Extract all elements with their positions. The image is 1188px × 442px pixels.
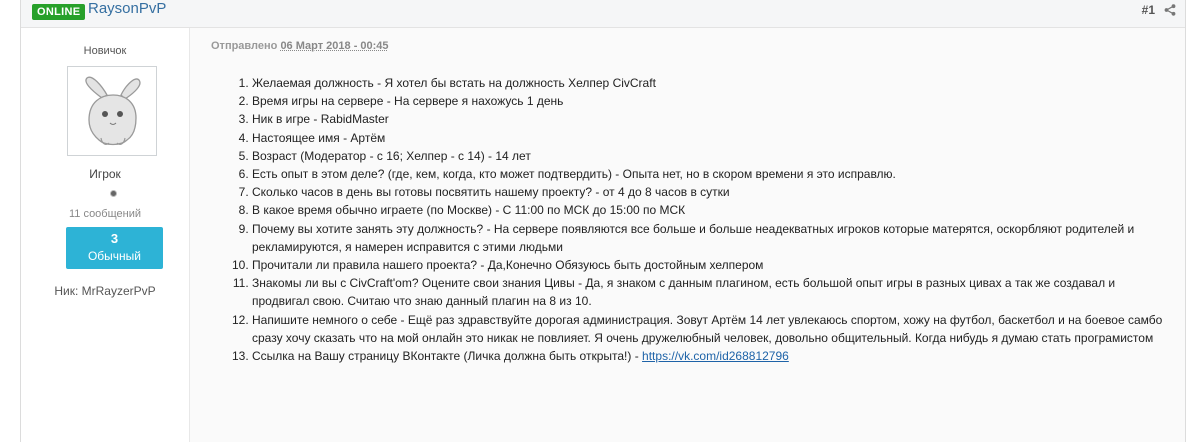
member-rank-title: Новичок (83, 45, 127, 57)
post-content: Желаемая должность - Я хотел бы встать н… (212, 74, 1172, 365)
vk-profile-link[interactable]: https://vk.com/id268812796 (642, 349, 789, 363)
rabbit-avatar-icon (85, 76, 141, 146)
share-icon[interactable] (1164, 4, 1176, 16)
post-date: Отправлено 06 Март 2018 - 00:45 (211, 40, 389, 52)
rank-pip-icon (110, 190, 117, 197)
list-item: Желаемая должность - Я хотел бы встать н… (252, 74, 1172, 92)
forum-post: ONLINE RaysonPvP #1 Новичок Игрок 11 соо… (20, 0, 1186, 442)
list-item: Прочитали ли правила нашего проекта? - Д… (252, 256, 1172, 274)
post-date-value[interactable]: 06 Март 2018 - 00:45 (280, 40, 388, 52)
avatar[interactable] (67, 66, 157, 156)
reputation-label: Обычный (87, 249, 142, 263)
online-status-badge: ONLINE (32, 4, 86, 20)
author-name-link[interactable]: RaysonPvP (88, 0, 166, 17)
list-item: Возраст (Модератор - с 16; Хелпер - с 14… (252, 147, 1172, 165)
reputation-value: 3 (110, 231, 119, 246)
member-group: Игрок (89, 167, 121, 181)
post-count: 11 сообщений (68, 208, 142, 220)
list-item: Есть опыт в этом деле? (где, кем, когда,… (252, 165, 1172, 183)
post-number-link[interactable]: #1 (1142, 3, 1155, 17)
list-item: Сколько часов в день вы готовы посвятить… (252, 183, 1172, 201)
list-item: В какое время обычно играете (по Москве)… (252, 201, 1172, 219)
list-item: Знакомы ли вы с CivCraft'om? Оцените сво… (252, 274, 1172, 310)
list-item: Напишите немного о себе - Ещё раз здравс… (252, 311, 1172, 347)
application-list: Желаемая должность - Я хотел бы встать н… (212, 74, 1172, 365)
vk-link-label: Ссылка на Вашу страницу ВКонтакте (Личка… (252, 349, 643, 364)
list-item: Время игры на сервере - На сервере я нах… (252, 92, 1172, 110)
author-info-panel: Новичок Игрок 11 сообщений 3 Обычный Ник… (21, 28, 189, 442)
list-item: Настоящее имя - Артём (252, 129, 1172, 147)
post-header: ONLINE RaysonPvP #1 (21, 0, 1185, 28)
list-item: Ник в игре - RabidMaster (252, 110, 1172, 128)
list-item: Ссылка на Вашу страницу ВКонтакте (Личка… (252, 347, 1172, 365)
post-date-prefix: Отправлено (211, 40, 278, 52)
post-body: Отправлено 06 Март 2018 - 00:45 Желаемая… (189, 28, 1185, 442)
in-game-nick: Ник: MrRayzerPvP (54, 284, 156, 298)
reputation-badge[interactable]: 3 Обычный (66, 227, 163, 269)
list-item: Почему вы хотите занять эту должность? -… (252, 220, 1172, 256)
